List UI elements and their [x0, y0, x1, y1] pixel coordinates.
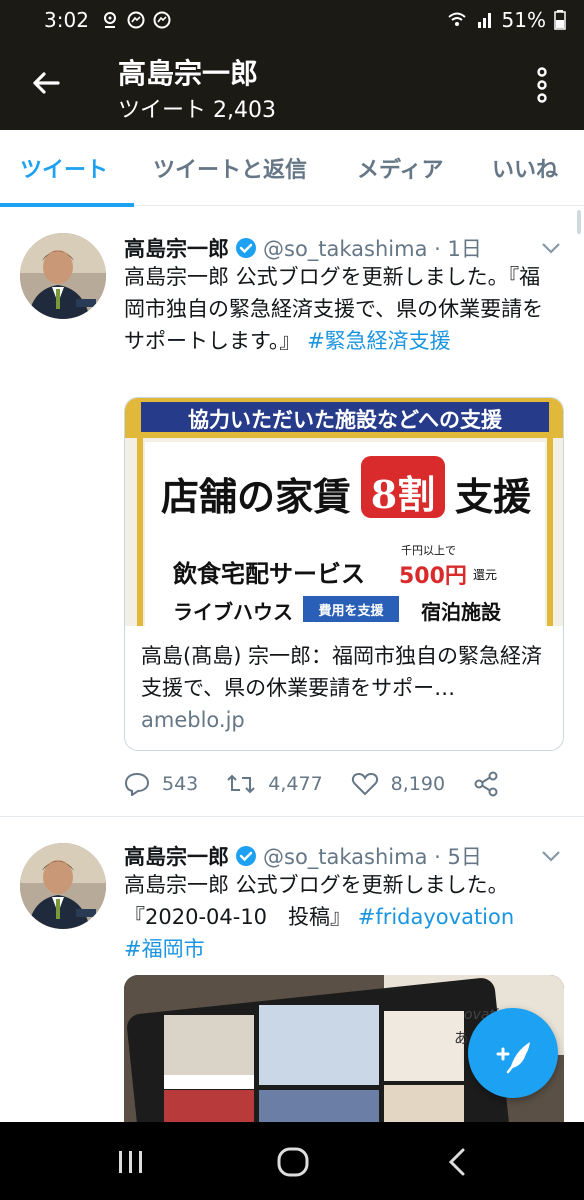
more-options-icon[interactable]: [530, 66, 554, 104]
tab-likes[interactable]: いいね: [492, 152, 558, 184]
tab-media[interactable]: メディア: [357, 152, 443, 184]
card-headline-post: 支援: [455, 474, 532, 519]
messenger-icon-2: [153, 11, 171, 29]
card-row1-small: 千円以上で: [401, 544, 456, 557]
tweet-count: ツイート 2,403: [118, 98, 276, 123]
status-time: 3:02: [44, 8, 89, 32]
battery-icon: [554, 10, 566, 30]
card-headline-pre: 店舗の家賃: [161, 474, 352, 519]
heart-icon: [351, 772, 378, 796]
avatar-photo: [20, 843, 106, 929]
like-count: 8,190: [390, 773, 446, 795]
tweet-item[interactable]: 高島宗一郎 @so_takashima · 1日 高島宗一郎 公式ブログを更新し…: [0, 207, 584, 817]
chevron-down-icon[interactable]: [540, 849, 562, 863]
retweet-count: 4,477: [268, 773, 323, 795]
system-nav-bar: [0, 1122, 584, 1200]
retweet-button[interactable]: 4,477: [226, 772, 323, 796]
profile-tabs: ツイート ツイートと返信 メディア いいね: [0, 130, 584, 206]
status-bar: 3:02 51%: [0, 0, 584, 40]
card-row2-right: 宿泊施設: [421, 600, 501, 624]
location-icon: [103, 12, 116, 28]
card-row2-badge: 費用を支援: [318, 604, 384, 619]
tab-tweets-and-replies[interactable]: ツイートと返信: [153, 152, 307, 184]
back-arrow-icon[interactable]: [28, 65, 64, 101]
link-card-image: 協力いただいた施設などへの支援 店舗の家賃 8割 支援 飲食宅配サービス 千円以…: [125, 398, 563, 626]
tweet-feed[interactable]: 高島宗一郎 @so_takashima · 1日 高島宗一郎 公式ブログを更新し…: [0, 207, 584, 1122]
hashtag-link[interactable]: #緊急経済支援: [307, 329, 451, 353]
card-banner: 協力いただいた施設などへの支援: [188, 408, 502, 432]
home-icon[interactable]: [276, 1146, 310, 1178]
chevron-down-icon[interactable]: [540, 241, 562, 255]
hashtag-link[interactable]: #福岡市: [124, 937, 205, 961]
retweet-icon: [227, 774, 255, 794]
card-row1-suffix: 還元: [473, 568, 498, 582]
avatar[interactable]: [20, 843, 106, 929]
link-card-domain: ameblo.jp: [141, 708, 245, 732]
card-headline-badge: 8割: [370, 472, 436, 517]
author-name[interactable]: 高島宗一郎: [124, 841, 229, 871]
avatar[interactable]: [20, 233, 106, 319]
reply-icon: [124, 772, 150, 796]
verified-badge-icon: [236, 846, 256, 866]
wifi-icon: [447, 12, 466, 26]
tweet-actions: 543 4,477 8,190: [124, 771, 539, 797]
compose-feather-icon: [496, 1042, 530, 1074]
reply-button[interactable]: 543: [124, 772, 198, 796]
messenger-icon: [127, 11, 145, 29]
profile-header: 高島宗一郎 ツイート 2,403: [0, 40, 584, 130]
reply-count: 543: [162, 773, 199, 795]
hashtag-link[interactable]: #fridayovation: [358, 905, 514, 929]
compose-tweet-button[interactable]: [468, 1008, 558, 1098]
recent-apps-icon[interactable]: [116, 1148, 146, 1176]
tweet-text: 高島宗一郎 公式ブログを更新しました。『2020-04-10 投稿』 #frid…: [124, 869, 554, 965]
signal-icon: [477, 13, 491, 28]
author-handle[interactable]: @so_takashima · 5日: [263, 841, 482, 871]
tweet-text: 高島宗一郎 公式ブログを更新しました。『福岡市独自の緊急経済支援で、県の休業要請…: [124, 261, 554, 357]
battery-percent: 51%: [501, 8, 546, 32]
tab-tweets[interactable]: ツイート: [20, 152, 108, 184]
share-button[interactable]: [473, 771, 511, 797]
back-nav-icon[interactable]: [446, 1146, 468, 1178]
like-button[interactable]: 8,190: [351, 772, 445, 796]
share-icon: [474, 771, 498, 797]
author-handle[interactable]: @so_takashima · 1日: [263, 233, 482, 263]
card-row2-left: ライブハウス: [173, 600, 293, 624]
profile-name: 高島宗一郎: [118, 57, 259, 90]
card-row1-amount: 500円: [399, 564, 467, 589]
link-card[interactable]: 協力いただいた施設などへの支援 店舗の家賃 8割 支援 飲食宅配サービス 千円以…: [124, 397, 564, 751]
card-row1-left: 飲食宅配サービス: [173, 559, 365, 588]
avatar-photo: [20, 233, 106, 319]
scroll-indicator[interactable]: [577, 210, 581, 234]
link-card-title: 高島(髙島) 宗一郎：福岡市独自の緊急経済支援で、県の休業要請をサポー…: [141, 644, 543, 700]
verified-badge-icon: [236, 238, 256, 258]
author-name[interactable]: 高島宗一郎: [124, 233, 229, 263]
